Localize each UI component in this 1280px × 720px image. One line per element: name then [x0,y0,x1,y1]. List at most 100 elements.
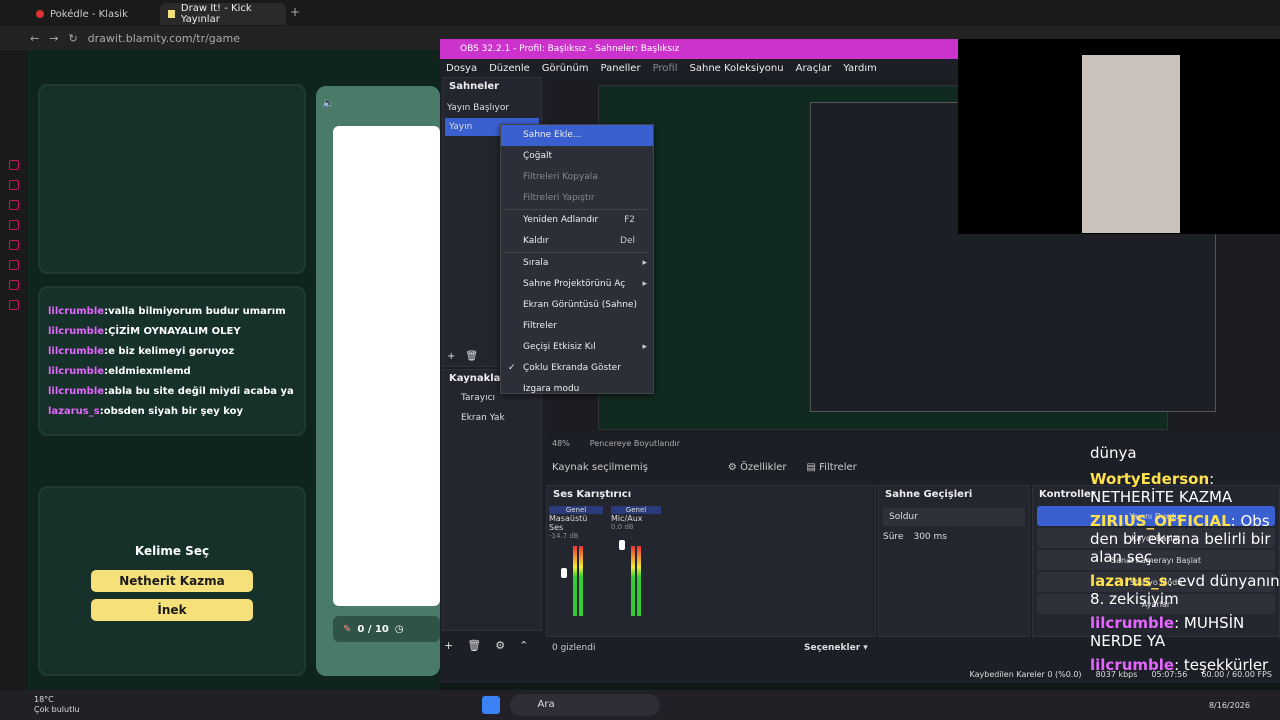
up-icon[interactable]: ⌃ [519,639,528,652]
menu-multiview[interactable]: ✓ Çoklu Ekranda Göster [501,358,653,379]
sidebar-icon[interactable] [9,240,19,250]
sidebar-icon[interactable] [9,220,19,230]
forward-icon[interactable]: → [49,32,58,45]
menu-filters[interactable]: Filtreler [501,316,653,337]
stream-chat-overlay: dünya WortyEderson: NETHERİTE KAZMA ZIRI… [1090,444,1280,690]
overlay-chat-line: WortyEderson: NETHERİTE KAZMA [1090,470,1233,506]
volume-meter [637,546,641,616]
add-icon[interactable]: + [444,639,453,652]
weather-desc: Çok bulutlu [34,705,80,714]
menu-item[interactable]: Düzenle [489,63,530,74]
word-select-card: Kelime Seç Netherit Kazma İnek [38,486,306,676]
menu-rename[interactable]: Yeniden Adlandır F2 [501,210,653,231]
sidebar-rail [0,50,28,690]
transition-select[interactable]: Soldur [883,508,1025,526]
menu-item[interactable]: Araçlar [796,63,832,74]
channel-db: 0.0 dB [611,523,634,531]
chat-line: lilcrumble:e biz kelimeyi goruyoz [48,346,235,357]
sidebar-icon[interactable] [9,280,19,290]
windows-start-icon[interactable] [481,696,500,714]
menu-item[interactable]: Paneller [601,63,641,74]
add-icon[interactable]: + [447,351,455,362]
check-icon: ✓ [508,363,516,373]
weather-temp: 18°C [34,695,54,704]
trash-icon[interactable]: 🗑 [465,351,478,362]
overlay-chat-line: lilcrumble: MUHSİN NERDE YA [1090,614,1245,650]
word-button[interactable]: İnek [91,599,253,621]
gear-icon[interactable]: ⚙ [495,639,505,652]
menu-paste-filters: Filtreleri Yapıştır [523,193,595,203]
menu-item[interactable]: Yardım [843,63,877,74]
new-tab-button[interactable]: + [290,5,300,19]
mixer-title: Ses Karıştırıcı [553,488,632,500]
scene-item[interactable]: Yayın Başlıyor [443,98,541,118]
trash-icon[interactable]: 🗑 [467,639,481,652]
overlay-chat-line: lazarus_s: evd dünyanın 8. zekisiyim [1090,572,1280,608]
menu-transition-override[interactable]: Geçişi Etkisiz Kıl ▸ [501,337,653,358]
properties-button[interactable]: ⚙ Özellikler [728,462,787,473]
round-counter: ✎ 0 / 10 ◷ [333,616,440,642]
menu-item[interactable]: Dosya [446,63,477,74]
back-icon[interactable]: ← [30,32,39,45]
source-item[interactable]: Ekran Yak [443,408,541,428]
scene-context-menu: Sahne Ekle... Çoğalt Filtreleri Kopyala … [500,124,654,394]
no-source-label: Kaynak seçilmemiş [552,461,648,473]
reload-icon[interactable]: ↻ [68,32,77,45]
menu-projector[interactable]: Sahne Projektörünü Aç ▸ [501,274,653,295]
menu-item[interactable]: Görünüm [542,63,589,74]
sidebar-icon[interactable] [9,200,19,210]
menu-add-scene[interactable]: Sahne Ekle... [501,125,653,146]
menu-item[interactable]: Profil [653,63,678,74]
player-card [38,84,306,274]
overlay-chat-line: lilcrumble: teşekkürler [1090,656,1269,674]
pencil-icon: ✎ [343,623,352,635]
canvas-area: 🔈 ✎ 0 / 10 ◷ [316,86,440,676]
preview-bar: 48% Pencereye Boyutlandır [552,439,680,448]
speaker-icon[interactable]: 🔈 [322,98,334,109]
menu-remove[interactable]: Kaldır Del [501,231,653,252]
hidden-count: 0 gizlendi [552,643,596,653]
sidebar-icon[interactable] [9,180,19,190]
sources-dock: Kaynaklar Tarayıcı Ekran Yak [442,369,542,631]
tab-drawit[interactable]: Draw It! - Kick Yayınlar [160,3,286,25]
weather-widget[interactable]: 18°C Çok bulutlu [34,695,80,715]
menu-duplicate[interactable]: Çoğalt [501,146,653,167]
chat-line: lilcrumble:ÇİZİM OYNAYALIM OLEY [48,326,241,337]
menu-order[interactable]: Sırala ▸ [501,253,653,274]
mixer-dock: Ses Karıştırıcı Genel Masaüstü Ses -14.7… [546,485,876,637]
channel-group: Genel [549,506,603,514]
overlay-chat-line: dünya [1090,444,1137,462]
counter-value: 0 / 10 [357,623,389,635]
volume-slider[interactable] [619,540,625,550]
volume-slider[interactable] [561,568,567,578]
menu-item[interactable]: Sahne Koleksiyonu [690,63,784,74]
options-button[interactable]: Seçenekler ▾ [804,643,868,653]
filters-button[interactable]: ▤ Filtreler [807,462,857,473]
mixer-channel: Genel Masaüstü Ses -14.7 dB [549,506,603,632]
scene-actions: + 🗑 [447,351,478,362]
tab-pokedle[interactable]: Pokédle - Klasik [28,3,158,25]
transitions-dock: Sahne Geçişleri Soldur Süre 300 ms [878,485,1030,637]
sources-actions: + 🗑 ⚙ ⌃ [444,639,528,652]
taskbar-search[interactable]: Ara [509,694,660,716]
sidebar-icon[interactable] [9,300,19,310]
drawit-icon [168,10,175,18]
taskbar: 18°C Çok bulutlu Ara 8/16/2026 [0,690,1280,720]
drawing-canvas[interactable] [333,126,440,606]
menu-grid-mode[interactable]: Izgara modu [501,379,653,400]
duration-input[interactable]: 300 ms [913,532,947,542]
chat-line: lazarus_s:obsden siyah bir şey koy [48,406,243,417]
channel-name: Mic/Aux [611,514,643,523]
menu-screenshot[interactable]: Ekran Görüntüsü (Sahne) [501,295,653,316]
word-button[interactable]: Netherit Kazma [91,570,253,592]
tab-label: Draw It! - Kick Yayınlar [180,3,252,25]
zoom-level[interactable]: 48% [552,439,570,448]
choose-title: Kelime Seç [134,544,210,558]
tab-label: Pokédle - Klasik [50,8,128,20]
sidebar-icon[interactable] [9,160,19,170]
fit-mode[interactable]: Pencereye Boyutlandır [590,439,680,448]
sidebar-icon[interactable] [9,260,19,270]
volume-meter [631,546,635,616]
url-bar[interactable]: drawit.blamity.com/tr/game [88,32,240,45]
chat-line: lilcrumble:valla bilmiyorum budur umarım [48,306,286,317]
